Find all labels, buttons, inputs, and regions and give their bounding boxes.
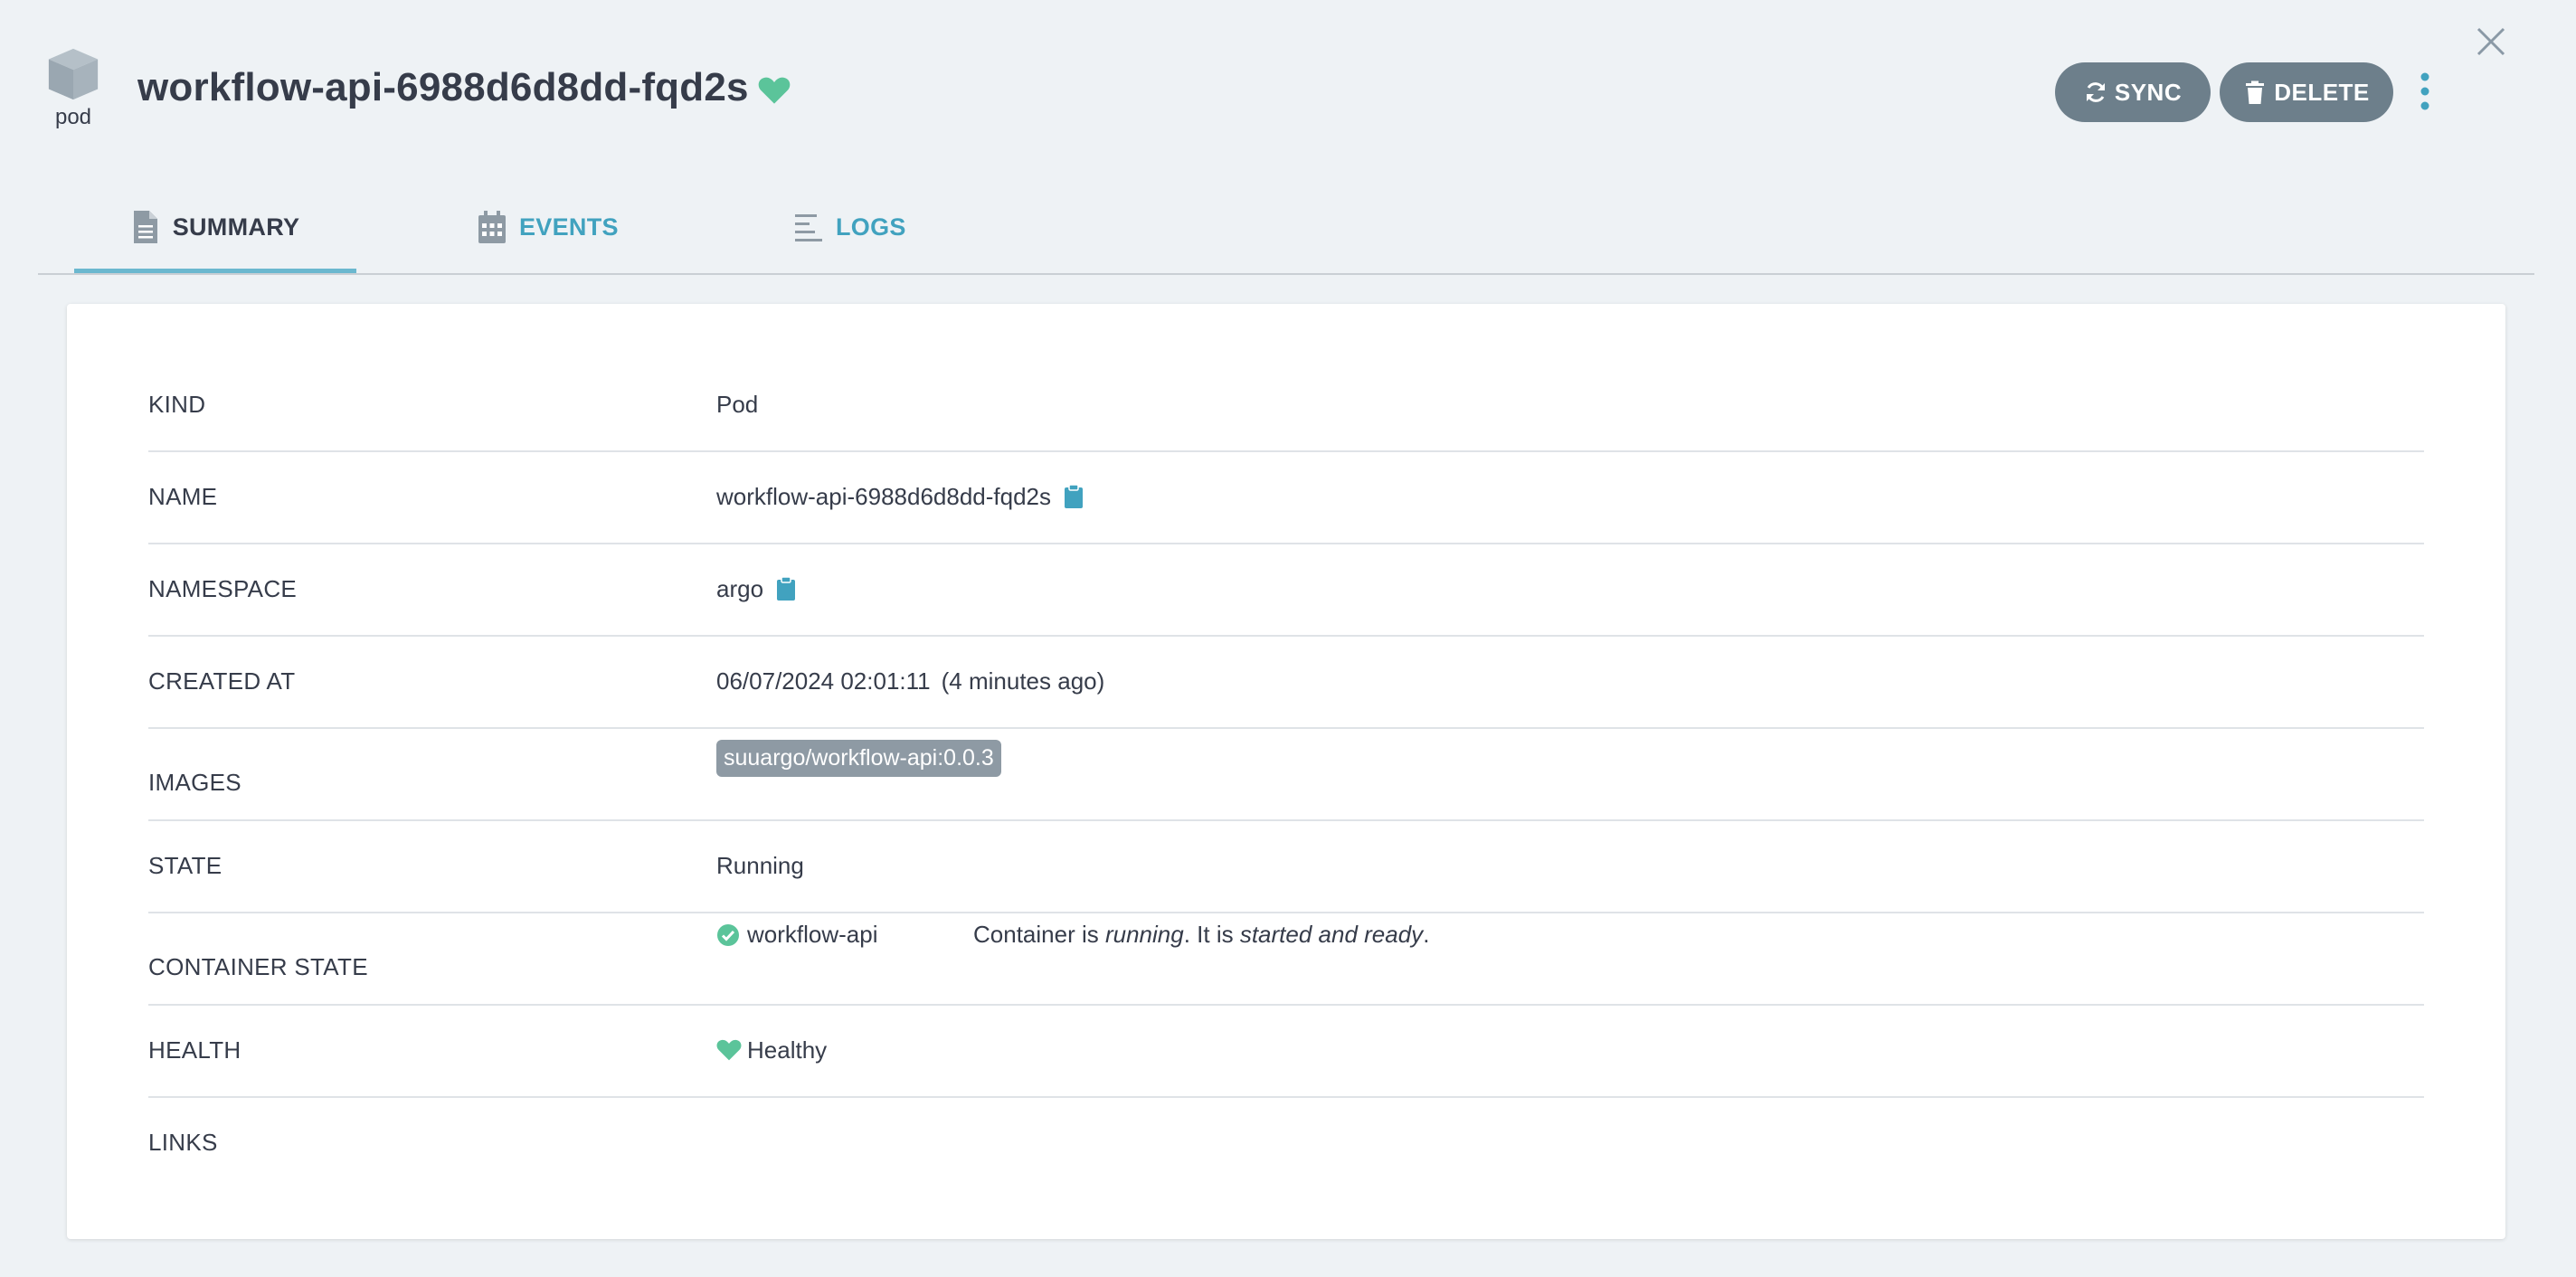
field-value: workflow-api-6988d6d8dd-fqd2s bbox=[716, 482, 1052, 510]
summary-row-links: LINKS bbox=[148, 1096, 2424, 1188]
summary-row-created-at: CREATED AT 06/07/2024 02:01:11 (4 minute… bbox=[148, 635, 2424, 729]
field-value-wrap: Healthy bbox=[716, 1004, 827, 1096]
resource-kind-badge: pod bbox=[43, 45, 103, 130]
field-label: NAMESPACE bbox=[148, 574, 298, 602]
field-value-wrap: argo bbox=[716, 543, 796, 635]
field-value: Pod bbox=[716, 390, 759, 418]
field-label: IMAGES bbox=[148, 768, 242, 796]
image-chip: suuargo/workflow-api:0.0.3 bbox=[716, 740, 1001, 777]
check-circle-icon bbox=[717, 923, 739, 946]
created-timestamp: 06/07/2024 02:01:11 bbox=[716, 667, 931, 695]
kebab-icon[interactable] bbox=[2415, 71, 2435, 112]
summary-card: KIND Pod NAME workflow-api-6988d6d8dd-fq… bbox=[67, 304, 2505, 1239]
status-text-prefix: Container is bbox=[973, 921, 1105, 948]
summary-row-kind: KIND Pod bbox=[148, 358, 2424, 452]
resource-kind-label: pod bbox=[54, 105, 92, 129]
delete-button[interactable]: DELETE bbox=[2220, 62, 2393, 122]
field-label: CONTAINER STATE bbox=[148, 952, 368, 980]
tab-summary-label: SUMMARY bbox=[172, 213, 300, 241]
container-status-text: Container is running. It is started and … bbox=[973, 921, 1429, 949]
field-label: STATE bbox=[148, 851, 223, 879]
close-icon[interactable] bbox=[2471, 22, 2511, 61]
field-value-wrap: 06/07/2024 02:01:11 (4 minutes ago) bbox=[716, 635, 1104, 727]
field-value: argo bbox=[716, 574, 764, 602]
summary-row-name: NAME workflow-api-6988d6d8dd-fqd2s bbox=[148, 450, 2424, 544]
heart-icon bbox=[758, 77, 791, 104]
logs-icon bbox=[795, 214, 822, 241]
field-label: CREATED AT bbox=[148, 667, 296, 695]
field-value-wrap: workflow-api-6988d6d8dd-fqd2s bbox=[716, 450, 1084, 543]
status-text-ready: started and ready bbox=[1239, 921, 1424, 948]
page-title: workflow-api-6988d6d8dd-fqd2s bbox=[137, 65, 749, 109]
container-name: workflow-api bbox=[747, 921, 878, 948]
clipboard-icon[interactable] bbox=[776, 576, 796, 601]
resource-details-panel: pod workflow-api-6988d6d8dd-fqd2s SYNC D… bbox=[0, 0, 2576, 1277]
field-label: HEALTH bbox=[148, 1036, 242, 1064]
status-text-mid: . It is bbox=[1183, 921, 1240, 948]
sync-button[interactable]: SYNC bbox=[2055, 62, 2211, 122]
status-text-running: running bbox=[1104, 921, 1184, 948]
sync-icon bbox=[2086, 82, 2105, 102]
health-status: Healthy bbox=[747, 1036, 828, 1064]
summary-row-images: IMAGES suuargo/workflow-api:0.0.3 bbox=[148, 727, 2424, 821]
summary-row-container-state: CONTAINER STATE workflow-api Container i… bbox=[148, 912, 2424, 1006]
delete-button-label: DELETE bbox=[2274, 78, 2370, 106]
created-relative: (4 minutes ago) bbox=[941, 667, 1105, 695]
tab-logs[interactable]: LOGS bbox=[794, 213, 906, 273]
heart-icon bbox=[716, 1039, 742, 1061]
tab-bar: SUMMARY EVENTS LOGS bbox=[38, 190, 2534, 275]
tab-events[interactable]: EVENTS bbox=[478, 211, 619, 273]
summary-row-namespace: NAMESPACE argo bbox=[148, 543, 2424, 637]
clipboard-icon[interactable] bbox=[1064, 484, 1084, 509]
field-label: KIND bbox=[148, 390, 206, 418]
summary-row-state: STATE Running bbox=[148, 819, 2424, 913]
summary-row-health: HEALTH Healthy bbox=[148, 1004, 2424, 1098]
container-state-entry: workflow-api Container is running. It is… bbox=[716, 921, 1429, 949]
field-label: LINKS bbox=[148, 1128, 218, 1156]
sync-button-label: SYNC bbox=[2114, 78, 2183, 106]
cube-icon bbox=[48, 48, 99, 100]
trash-icon bbox=[2246, 80, 2265, 104]
calendar-icon bbox=[478, 211, 506, 243]
tab-logs-label: LOGS bbox=[836, 213, 906, 241]
field-value: Running bbox=[716, 851, 804, 879]
field-label: NAME bbox=[148, 482, 218, 510]
tab-events-label: EVENTS bbox=[519, 213, 619, 241]
tab-summary[interactable]: SUMMARY bbox=[74, 211, 356, 273]
file-icon bbox=[133, 211, 157, 243]
status-text-end: . bbox=[1423, 921, 1430, 948]
